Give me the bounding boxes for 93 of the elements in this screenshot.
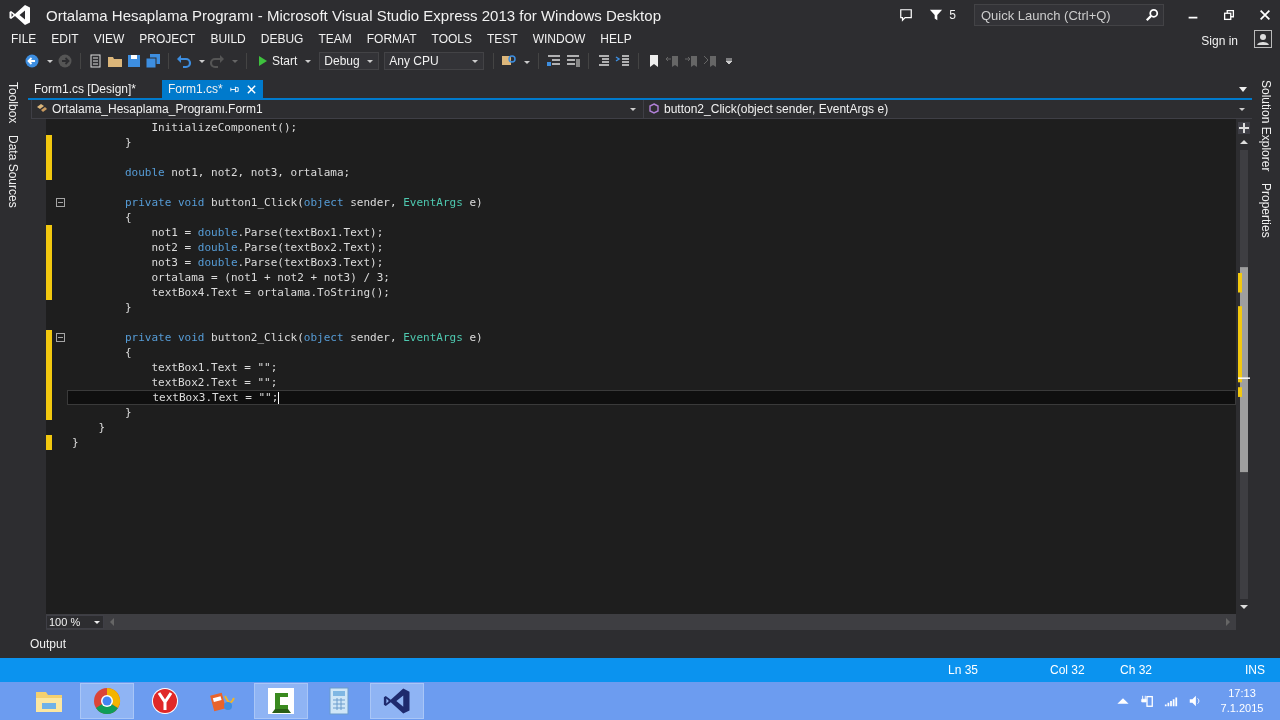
tab-list-icon[interactable] [1238,85,1248,93]
method-icon [648,103,660,115]
overflow-icon[interactable] [725,57,734,65]
taskbar-button[interactable] [254,683,308,719]
code-line: textBox2.Text = ""; [150,375,279,390]
side-tab[interactable]: Properties [1259,183,1273,239]
menu-item[interactable]: TEAM [313,32,362,46]
caret-icon [471,57,480,65]
collapse-icon[interactable] [55,198,65,207]
caret-icon [1238,105,1246,113]
document-tab[interactable]: Form1.cs [Design]* [28,80,143,98]
new-project-icon[interactable] [88,53,104,69]
code-line: double not1, not2, not3, ortalama; [123,165,352,180]
back-icon[interactable] [24,53,40,69]
caret-icon[interactable] [198,57,206,65]
window-title: Ortalama Hesaplama Programı - Microsoft Visual Studio Express 2013 for Windows Desktop [46,6,661,24]
bracket-logo-icon [266,686,296,716]
code-line: textBox1.Text = ""; [150,360,279,375]
column-number: Col 32 [1050,663,1086,677]
menu-item[interactable]: DEBUG [255,32,314,46]
restore-icon[interactable] [1222,8,1236,22]
code-line: } [123,300,133,315]
code-line: textBox4.Text = ortalama.ToString(); [150,285,391,300]
code-line: } [123,405,133,420]
menu-item[interactable]: PROJECT [134,32,206,46]
save-icon[interactable] [126,53,142,69]
start-button[interactable]: Start [254,54,317,68]
menu-item[interactable]: WINDOW [527,32,596,46]
document-tab[interactable]: Form1.cs* [162,80,263,98]
close-icon[interactable] [1258,8,1272,22]
code-line: ortalama = (not1 + not2 + not3) / 3; [150,270,391,285]
menu-item[interactable]: FILE [6,32,47,46]
caret-icon [366,57,375,65]
volume-icon[interactable] [1188,694,1202,708]
caret-icon [93,618,101,626]
class-icon [36,103,48,115]
menu-item[interactable]: FORMAT [361,32,427,46]
indent-icon[interactable] [546,53,563,69]
code-line: } [123,135,133,150]
split-icon[interactable] [1238,122,1250,134]
code-line: not2 = double.Parse(textBox2.Text); [150,240,385,255]
quick-launch-field[interactable]: Quick Launch (Ctrl+Q) [974,4,1164,26]
account-icon[interactable] [1254,30,1272,48]
platform-dropdown[interactable]: Any CPU [384,52,485,70]
notification-count[interactable]: 5 [949,8,956,22]
configuration-dropdown[interactable]: Debug [319,52,380,70]
vertical-scrollbar[interactable] [1238,150,1250,599]
filter-icon[interactable] [929,8,944,22]
side-tab[interactable]: Data Sources [6,135,20,209]
code-line: InitializeComponent(); [150,120,299,135]
code-line: not3 = double.Parse(textBox3.Text); [150,255,385,270]
round-logo-icon [150,686,180,716]
save-all-icon[interactable] [145,53,161,69]
taskbar-button[interactable] [370,683,424,719]
scroll-up-icon[interactable] [1239,138,1249,146]
app-logo-icon [8,3,32,27]
menu-item[interactable]: EDIT [46,32,89,46]
menu-item[interactable]: HELP [595,32,642,46]
caret-icon [629,105,637,113]
class-dropdown[interactable]: Ortalama_Hesaplama_Programı.Form1 [31,100,643,118]
menu-item[interactable]: VIEW [88,32,135,46]
uncomment-icon[interactable] [615,53,632,69]
menu-item[interactable]: TEST [482,32,528,46]
power-icon[interactable] [1140,694,1154,708]
code-line: not1 = double.Parse(textBox1.Text); [150,225,385,240]
feedback-icon[interactable] [899,8,914,22]
browser-logo-icon [92,686,122,716]
undo-icon[interactable] [176,53,192,69]
caret-icon[interactable] [46,57,54,65]
play-icon [258,55,268,67]
line-number: Ln 35 [948,663,980,677]
side-tab[interactable]: Toolbox [6,82,20,124]
zoom-dropdown[interactable]: 100 % [46,615,104,629]
member-dropdown[interactable]: button2_Click(object sender, EventArgs e) [643,100,1252,118]
studio-logo-icon [382,686,412,716]
caret-icon [304,57,313,65]
scroll-down-icon[interactable] [1239,603,1249,611]
side-tab[interactable]: Solution Explorer [1259,80,1273,172]
character-number: Ch 32 [1120,663,1154,677]
code-line: } [97,420,107,435]
code-line: private void button2_Click(object sender, EventArgs e) [123,330,484,345]
collapse-icon[interactable] [55,333,65,342]
code-line: } [71,435,80,450]
output-tab[interactable]: Output [30,637,67,651]
outdent-icon[interactable] [565,53,582,69]
sign-in-link[interactable]: Sign in [1201,34,1238,48]
code-line: private void button1_Click(object sender, EventArgs e) [123,195,484,210]
code-line: { [123,345,133,360]
code-line: { [123,210,133,225]
menu-item[interactable]: TOOLS [426,32,482,46]
search-icon [1145,8,1159,22]
insert-mode: INS [1245,663,1265,677]
menu-item[interactable]: BUILD [205,32,256,46]
